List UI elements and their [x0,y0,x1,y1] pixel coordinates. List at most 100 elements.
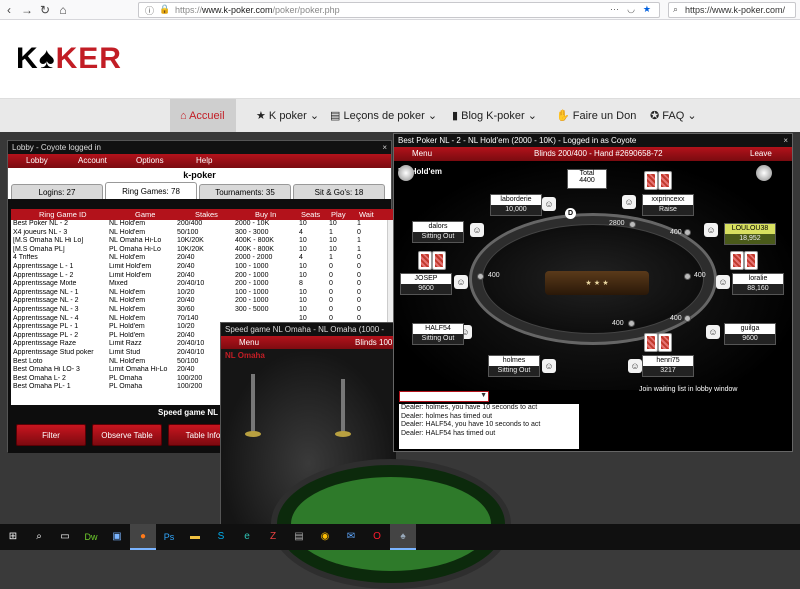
seat-1[interactable]: laborderie 10,000 [490,194,542,216]
chat-input[interactable]: ▼ [399,391,489,402]
windows-start-icon[interactable]: ⊞ [0,524,26,550]
bookmark-star-icon[interactable]: ★ [643,4,651,15]
seat-4[interactable]: LOULOU38 18,952 [724,223,776,245]
info-icon[interactable]: ⓘ [145,4,154,17]
menu-help[interactable]: Help [196,154,212,168]
table-cell: PL Hold'em [109,323,145,331]
table-row[interactable]: Apprentissage NL - 2 NL Hold'em 20/40 200 -… [11,297,393,306]
bet-amount: 2800 [609,220,625,227]
nav-item-faq[interactable]: ✪ FAQ ⌄ [640,99,707,133]
filter-button[interactable]: Filter [16,424,86,446]
seat-3[interactable]: dalors Sitting Out [412,221,464,243]
dreamweaver-icon[interactable]: Dw [78,524,104,550]
filezilla-icon[interactable]: Z [260,524,286,550]
leave-button[interactable]: Leave [750,147,772,161]
site-navigation: ⌂ Accueil ★ K poker ⌄ ▤ Leçons de poker … [0,98,800,133]
table-row[interactable]: Apprentissage L - 2 Limit Hold'em 20/40 200… [11,272,393,281]
col-buy-in[interactable]: Buy In [255,209,276,220]
app-icon[interactable]: ▣ [104,524,130,550]
table-cell: 1 [329,254,333,262]
nav-item-blog[interactable]: ▮ Blog K-poker ⌄ [442,99,547,133]
reload-icon[interactable]: ↻ [36,3,54,17]
folder-icon[interactable]: ▬ [182,524,208,550]
lock-icon[interactable]: 🔒 [159,4,170,15]
nav-item-don[interactable]: ✋ Faire un Don [546,99,646,133]
menu-account[interactable]: Account [78,154,107,168]
menu-lobby[interactable]: Lobby [26,154,48,168]
skype-icon[interactable]: S [208,524,234,550]
table-row[interactable]: Apprentissage NL - 1 NL Hold'em 10/20 100 -… [11,289,393,298]
table-row[interactable]: X4 joueurs NL - 3 NL Hold'em 50/100 300 - 3… [11,229,393,238]
player-chips: Raise [659,206,677,213]
hand-icon: ✋ [556,110,573,122]
tab-logins[interactable]: Logins: 27 [11,184,103,199]
table-menu[interactable]: Menu [412,147,432,161]
card-back [644,333,658,352]
chevron-down-icon: ⌄ [524,110,537,122]
table-row[interactable]: Apprentissage Mixte Mixed 20/40/10 200 - 10… [11,280,393,289]
seat-8[interactable]: guilga 9600 [724,323,776,345]
close-icon[interactable]: × [783,134,788,147]
col-ring-game-id[interactable]: Ring Game ID [39,209,87,220]
bet-amount: 400 [670,229,682,236]
dropdown-arrow-icon[interactable]: ▼ [480,392,487,399]
home-icon[interactable]: ⌂ [54,3,72,17]
forward-icon[interactable]: → [18,3,36,17]
avatar: ☺ [542,197,556,211]
mail-icon[interactable]: ✉ [338,524,364,550]
menu-options[interactable]: Options [136,154,164,168]
nav-item-lecons[interactable]: ▤ Leçons de poker ⌄ [320,99,447,133]
nav-label: Leçons de poker [343,110,425,122]
observe-table-button[interactable]: Observe Table [92,424,162,446]
table-cell: 0 [357,271,361,279]
nav-item-accueil[interactable]: ⌂ Accueil [170,99,236,133]
search-box[interactable]: ⌕ https://www.k-poker.com/ [668,2,796,18]
waiting-list-label[interactable]: Join waiting list in lobby window [639,386,737,393]
table-cell: Apprentissage L - 2 [13,271,74,279]
task-view-icon[interactable]: ▭ [52,524,78,550]
seat-2[interactable]: xxprincexx Raise [642,194,694,216]
col-play[interactable]: Play [331,209,346,220]
col-game[interactable]: Game [135,209,155,220]
card-back [658,333,672,352]
tab-sit-and-go[interactable]: Sit & Go's: 18 [293,184,385,199]
bet-amount: 400 [488,272,500,279]
avatar: ☺ [704,223,718,237]
edge-icon[interactable]: e [234,524,260,550]
tab-tournaments[interactable]: Tournaments: 35 [199,184,291,199]
seat-6[interactable]: loralie 88,160 [732,273,784,295]
more-icon[interactable]: ··· [610,4,619,14]
seat-5[interactable]: JOSEP 9600 [400,273,452,295]
poker-app-icon[interactable]: ♠ [390,524,416,550]
chrome-icon[interactable]: ◉ [312,524,338,550]
table-row[interactable]: Apprentissage L - 1 Limit Hold'em 20/40 100… [11,263,393,272]
opera-icon[interactable]: O [364,524,390,550]
table-row[interactable]: [M.S Omaha PL] PL Omaha Hi-Lo 10K/20K 400K … [11,246,393,255]
pocket-icon[interactable]: ◡ [627,4,635,15]
table-cell: 10 [299,288,307,296]
seat-7[interactable]: HALF54 Sitting Out [412,323,464,345]
table-row[interactable]: Best Poker NL - 2 NL Hold'em 200/400 2000 -… [11,220,393,229]
speed-menu[interactable]: Menu [239,336,259,350]
col-wait[interactable]: Wait [359,209,374,220]
table-cell: 30/60 [177,305,195,313]
table-row[interactable]: 4 Triffes NL Hold'em 20/40 2000 - 2000 4 1 0 [11,254,393,263]
seat-10[interactable]: henri75 3217 [642,355,694,377]
tab-ring-games[interactable]: Ring Games: 78 [105,182,197,199]
table-cell: Apprentissage PL - 2 [13,331,79,339]
col-seats[interactable]: Seats [301,209,320,220]
photoshop-icon[interactable]: Ps [156,524,182,550]
col-stakes[interactable]: Stakes [195,209,218,220]
url-bar[interactable]: ⓘ 🔒 https://www.k-poker.com/poker/poker.… [138,2,660,18]
app-icon-2[interactable]: ▤ [286,524,312,550]
back-icon[interactable]: ‹ [0,3,18,17]
seat-9[interactable]: holmes Sitting Out [488,355,540,377]
close-icon[interactable]: × [382,141,387,154]
table-row[interactable]: [M.S Omaha NL Hi Lo] NL Omaha Hi-Lo 10K/20… [11,237,393,246]
search-icon[interactable]: ⌕ [26,524,52,550]
player-name: JOSEP [401,274,451,284]
table-row[interactable]: Apprentissage NL - 3 NL Hold'em 30/60 300 -… [11,306,393,315]
site-logo[interactable]: K♠KER [16,42,122,76]
firefox-icon[interactable]: ● [130,524,156,550]
nav-item-k-poker[interactable]: ★ K poker ⌄ [246,99,329,133]
